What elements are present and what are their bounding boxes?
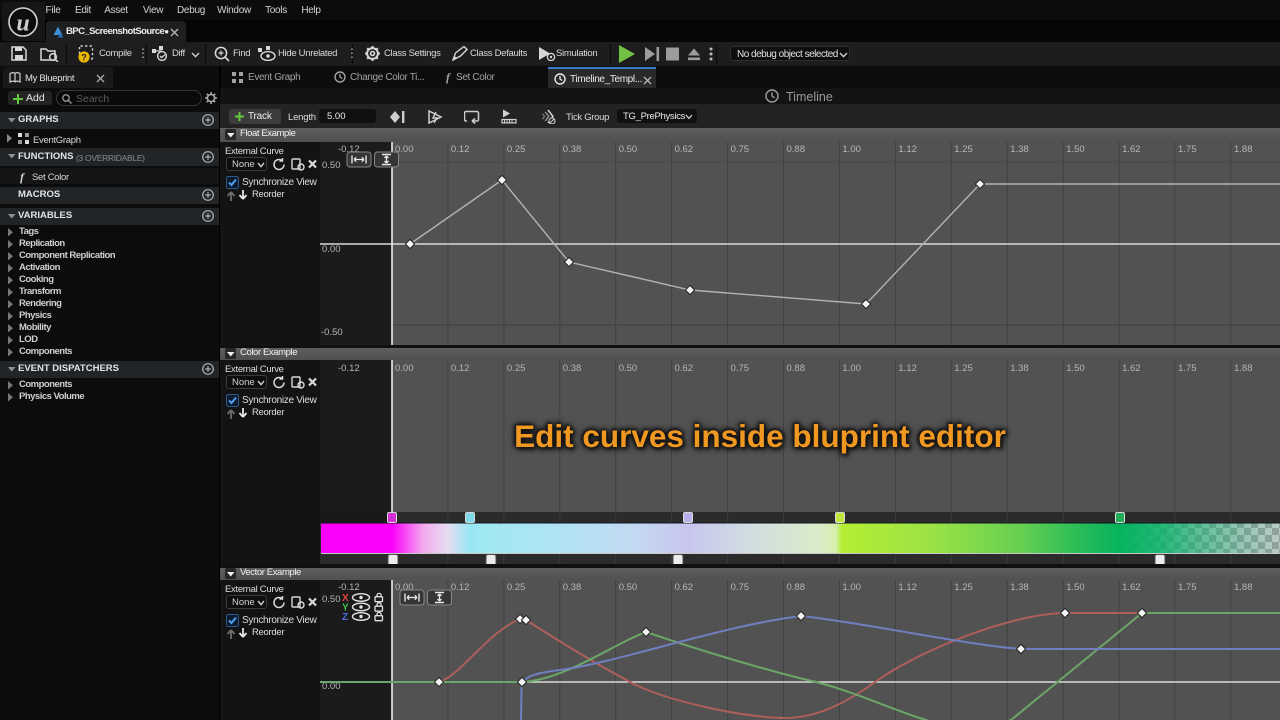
svg-text:1.00: 1.00 [842,144,861,155]
svg-text:1.12: 1.12 [898,144,917,155]
svg-text:1.12: 1.12 [898,363,917,374]
svg-text:-0.12: -0.12 [338,363,360,374]
svg-text:0.50: 0.50 [619,144,638,155]
svg-text:0.50: 0.50 [322,160,341,171]
svg-text:0.38: 0.38 [563,363,582,374]
svg-text:1.25: 1.25 [954,144,973,155]
svg-text:1.25: 1.25 [954,363,973,374]
svg-text:0.88: 0.88 [787,363,806,374]
svg-text:0.25: 0.25 [507,363,526,374]
svg-text:0.88: 0.88 [787,144,806,155]
svg-text:Z: Z [342,612,348,623]
svg-text:0.88: 0.88 [787,582,806,593]
svg-text:1.50: 1.50 [1066,363,1085,374]
svg-text:1.75: 1.75 [1178,363,1197,374]
svg-text:0.12: 0.12 [451,363,470,374]
svg-text:1.88: 1.88 [1234,582,1253,593]
svg-text:1.00: 1.00 [842,363,861,374]
svg-text:0.38: 0.38 [563,144,582,155]
svg-text:1.50: 1.50 [1066,144,1085,155]
svg-text:0.38: 0.38 [563,582,582,593]
svg-text:0.75: 0.75 [731,582,750,593]
svg-text:0.00: 0.00 [322,244,341,255]
svg-text:0.75: 0.75 [731,144,750,155]
svg-text:1.38: 1.38 [1010,582,1028,593]
svg-text:-0.12: -0.12 [338,582,360,593]
svg-text:1.62: 1.62 [1122,363,1141,374]
svg-text:1.12: 1.12 [898,582,917,593]
svg-text:1.88: 1.88 [1234,144,1253,155]
svg-text:0.00: 0.00 [395,363,414,374]
svg-text:0.75: 0.75 [731,363,750,374]
svg-text:1.88: 1.88 [1234,363,1253,374]
svg-text:0.50: 0.50 [322,594,341,605]
svg-text:0.25: 0.25 [507,582,526,593]
svg-text:1.00: 1.00 [842,582,861,593]
svg-text:0.12: 0.12 [451,582,470,593]
svg-text:1.62: 1.62 [1122,144,1141,155]
svg-text:0.50: 0.50 [619,363,638,374]
svg-text:1.75: 1.75 [1178,582,1197,593]
svg-text:0.12: 0.12 [451,144,470,155]
svg-text:1.25: 1.25 [954,582,973,593]
svg-text:0.50: 0.50 [619,582,638,593]
svg-text:0.62: 0.62 [675,363,694,374]
svg-text:u: u [16,11,29,37]
svg-text:0.25: 0.25 [507,144,526,155]
svg-text:1.62: 1.62 [1122,582,1141,593]
svg-text:0.62: 0.62 [675,144,694,155]
svg-text:-0.50: -0.50 [321,327,343,338]
svg-text:1.75: 1.75 [1178,144,1197,155]
svg-text:1.38: 1.38 [1010,144,1028,155]
svg-text:?: ? [81,53,87,63]
svg-text:1.38: 1.38 [1010,363,1028,374]
svg-text:0.62: 0.62 [675,582,694,593]
svg-text:1.50: 1.50 [1066,582,1085,593]
